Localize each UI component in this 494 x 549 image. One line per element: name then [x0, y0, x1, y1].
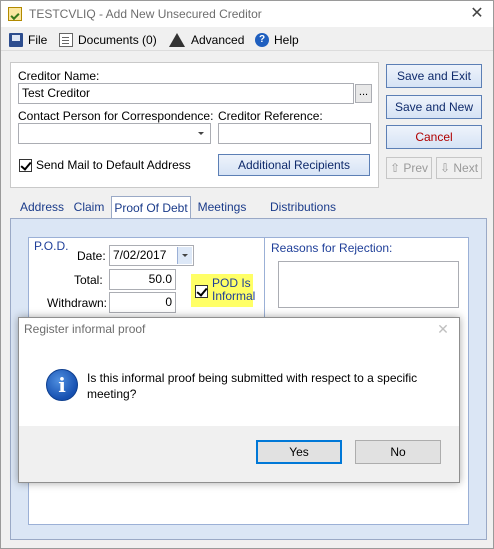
- dialog-yes-button[interactable]: Yes: [256, 440, 342, 464]
- prev-button[interactable]: ⇧ Prev: [386, 157, 432, 179]
- app-icon: [8, 7, 22, 21]
- pod-total-input[interactable]: 50.0: [109, 269, 176, 290]
- additional-recipients-button[interactable]: Additional Recipients: [218, 154, 370, 176]
- creditor-name-label: Creditor Name:: [18, 69, 100, 83]
- send-mail-label: Send Mail to Default Address: [36, 158, 191, 172]
- pod-total-label: Total:: [74, 273, 103, 287]
- menu-advanced-label: Advanced: [191, 32, 245, 47]
- arrow-down-icon: ⇩: [439, 161, 451, 175]
- arrow-up-icon: ⇧: [389, 161, 401, 175]
- contact-person-label: Contact Person for Correspondence:: [18, 109, 214, 123]
- creditor-name-input[interactable]: Test Creditor: [18, 83, 354, 104]
- pod-informal-checkbox[interactable]: [195, 285, 208, 298]
- send-mail-checkbox[interactable]: [19, 159, 32, 172]
- tab-distributions[interactable]: Distributions: [253, 196, 353, 218]
- tab-address[interactable]: Address: [13, 196, 71, 218]
- tab-claim[interactable]: Claim: [71, 196, 107, 218]
- next-button[interactable]: ⇩ Next: [436, 157, 482, 179]
- pod-withdrawn-input[interactable]: 0: [109, 292, 176, 313]
- rejection-reasons-textarea[interactable]: [278, 261, 459, 308]
- creditor-details-panel: Creditor Name: Test Creditor ... Contact…: [10, 62, 379, 188]
- dialog-button-bar: Yes No: [19, 426, 459, 482]
- next-label: Next: [453, 161, 479, 175]
- dialog-close-icon[interactable]: ✕: [433, 320, 453, 338]
- dialog-message: Is this informal proof being submitted w…: [87, 371, 418, 401]
- pod-withdrawn-label: Withdrawn:: [47, 296, 108, 310]
- menu-documents[interactable]: Documents (0): [59, 31, 157, 48]
- dialog-title: Register informal proof: [24, 322, 146, 336]
- title-bar: TESTCVLIQ - Add New Unsecured Creditor ✕: [1, 1, 493, 27]
- help-icon: ?: [255, 32, 269, 47]
- chevron-down-icon[interactable]: [194, 125, 209, 142]
- contact-person-combo[interactable]: [18, 123, 211, 144]
- cancel-button[interactable]: Cancel: [386, 125, 482, 149]
- menu-bar: File Documents (0) Advanced ? Help: [1, 28, 493, 51]
- tab-meetings[interactable]: Meetings: [195, 196, 249, 218]
- dialog-no-button[interactable]: No: [355, 440, 441, 464]
- menu-documents-label: Documents (0): [78, 32, 157, 47]
- pod-section-label: P.O.D.: [34, 239, 69, 253]
- window-title: TESTCVLIQ - Add New Unsecured Creditor: [29, 7, 262, 21]
- pod-informal-label-line2: Informal: [212, 289, 256, 303]
- prev-label: Prev: [403, 161, 429, 175]
- main-window: TESTCVLIQ - Add New Unsecured Creditor ✕…: [0, 0, 494, 549]
- register-informal-proof-dialog: Register informal proof ✕ i Is this info…: [18, 317, 460, 483]
- pod-date-value: 7/02/2017: [113, 248, 167, 262]
- file-icon: [9, 32, 23, 47]
- menu-help-label: Help: [274, 32, 299, 47]
- pod-date-label: Date:: [77, 249, 106, 263]
- rejection-reasons-label: Reasons for Rejection:: [271, 241, 393, 255]
- pod-date-picker[interactable]: 7/02/2017: [109, 245, 194, 266]
- menu-help[interactable]: ? Help: [255, 31, 299, 48]
- documents-icon: [59, 32, 73, 47]
- window-close-button[interactable]: ✕: [463, 3, 491, 25]
- calendar-dropdown-icon[interactable]: [177, 247, 192, 264]
- menu-file[interactable]: File: [9, 31, 47, 48]
- tab-proof-of-debt[interactable]: Proof Of Debt: [111, 196, 191, 219]
- pod-informal-label: POD Is Informal: [212, 277, 255, 303]
- save-and-exit-button[interactable]: Save and Exit: [386, 64, 482, 88]
- save-and-new-button[interactable]: Save and New: [386, 95, 482, 119]
- pod-divider: [264, 237, 265, 317]
- menu-file-label: File: [28, 32, 48, 47]
- menu-advanced[interactable]: Advanced: [169, 31, 244, 48]
- creditor-reference-input[interactable]: [218, 123, 371, 144]
- wizard-hat-icon: [169, 32, 185, 47]
- info-icon: i: [46, 369, 78, 401]
- creditor-reference-label: Creditor Reference:: [218, 109, 323, 123]
- creditor-lookup-button[interactable]: ...: [355, 84, 372, 103]
